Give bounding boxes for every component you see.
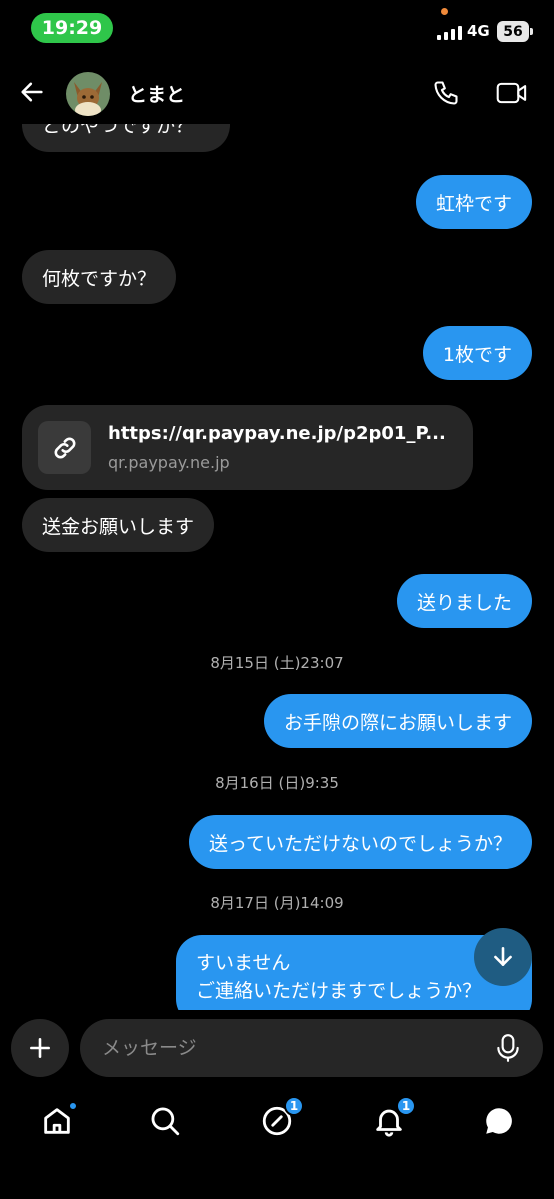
network-type: 4G: [467, 22, 490, 40]
scroll-to-bottom-button[interactable]: [474, 928, 532, 986]
outgoing-message[interactable]: お手隙の際にお願いします: [263, 694, 532, 748]
tab-home[interactable]: [40, 1101, 78, 1138]
contact-name[interactable]: とまと: [128, 80, 185, 107]
chat-bubble-icon: [486, 1108, 512, 1134]
battery-level: 56: [503, 23, 523, 40]
message-input[interactable]: [80, 1019, 543, 1077]
arrow-down-icon: [494, 947, 512, 966]
signal-icon: [437, 25, 462, 40]
tab-notifications[interactable]: 1: [372, 1096, 416, 1138]
video-camera-icon[interactable]: [496, 80, 528, 106]
incoming-message[interactable]: 何枚ですか？: [22, 250, 177, 304]
plus-icon: [30, 1038, 50, 1058]
timestamp: 8月17日 (月)14:09: [210, 894, 344, 912]
bottom-tab-bar: 1 1: [0, 1090, 554, 1199]
timestamp: 8月15日 (土)23:07: [210, 654, 344, 672]
message-text: 1枚です: [442, 343, 512, 366]
back-arrow-icon[interactable]: [18, 78, 46, 106]
home-notification-dot: [68, 1101, 78, 1111]
outgoing-message[interactable]: 送りました: [396, 574, 532, 628]
message-text: 送っていただけないのでしょうか？: [208, 832, 512, 855]
phone-icon[interactable]: [432, 79, 460, 107]
battery-icon: 56: [497, 21, 533, 42]
link-preview-card[interactable]: https://qr.paypay.ne.jp/p2p01_P... qr.pa…: [22, 405, 473, 490]
message-text: 虹枠です: [435, 192, 512, 215]
chat-header: とまと: [0, 56, 554, 124]
message-text: 何枚ですか？: [42, 267, 157, 290]
tab-search[interactable]: [148, 1104, 182, 1138]
message-composer: [0, 1010, 554, 1090]
microphone-icon[interactable]: [495, 1033, 521, 1063]
tab-messages[interactable]: [482, 1104, 516, 1138]
status-time: 19:29: [31, 13, 113, 43]
explore-badge: 1: [284, 1096, 304, 1116]
message-thread[interactable]: どのやつですか？ 虹枠です 何枚ですか？ 1枚です https://qr.pay…: [0, 0, 554, 1010]
message-text-line: ご連絡いただけますでしょうか？: [196, 980, 482, 1002]
link-url: https://qr.paypay.ne.jp/p2p01_P...: [108, 423, 446, 444]
message-text: 送りました: [416, 591, 512, 614]
outgoing-message[interactable]: 虹枠です: [415, 175, 532, 229]
link-icon: [38, 421, 91, 474]
notifications-badge: 1: [396, 1096, 416, 1116]
status-bar: 19:29 4G 56: [0, 0, 554, 56]
add-attachment-button[interactable]: [11, 1019, 69, 1077]
message-text: お手隙の際にお願いします: [283, 711, 512, 734]
incoming-message[interactable]: 送金お願いします: [22, 498, 215, 552]
message-text: 送金お願いします: [42, 515, 195, 538]
link-domain: qr.paypay.ne.jp: [108, 453, 230, 472]
search-icon: [151, 1107, 180, 1136]
message-text-line: すいません: [196, 952, 291, 974]
camera-indicator: [441, 8, 448, 15]
outgoing-message[interactable]: 送っていただけないのでしょうか？: [188, 815, 532, 869]
tab-explore[interactable]: 1: [260, 1096, 304, 1138]
outgoing-message[interactable]: 1枚です: [422, 326, 532, 380]
timestamp: 8月16日 (日)9:35: [215, 774, 339, 792]
avatar[interactable]: [66, 72, 110, 116]
